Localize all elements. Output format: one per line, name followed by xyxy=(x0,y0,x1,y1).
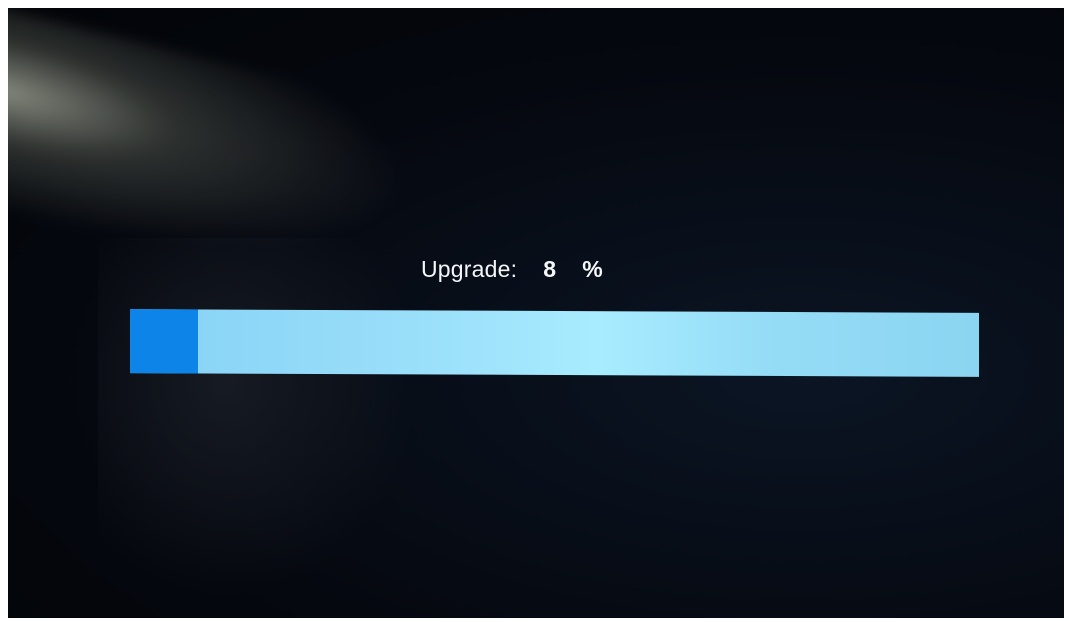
upgrade-percent-value: 8 xyxy=(543,256,557,282)
upgrade-status: Upgrade: 8% xyxy=(421,256,603,283)
upgrade-label: Upgrade: xyxy=(421,256,518,282)
upgrade-progress-bar xyxy=(130,309,979,377)
tv-screen-photo: Upgrade: 8% xyxy=(8,8,1064,618)
upgrade-screen: Upgrade: 8% xyxy=(8,8,1064,618)
upgrade-percent-unit: % xyxy=(582,256,603,282)
upgrade-progress-fill xyxy=(130,309,198,374)
